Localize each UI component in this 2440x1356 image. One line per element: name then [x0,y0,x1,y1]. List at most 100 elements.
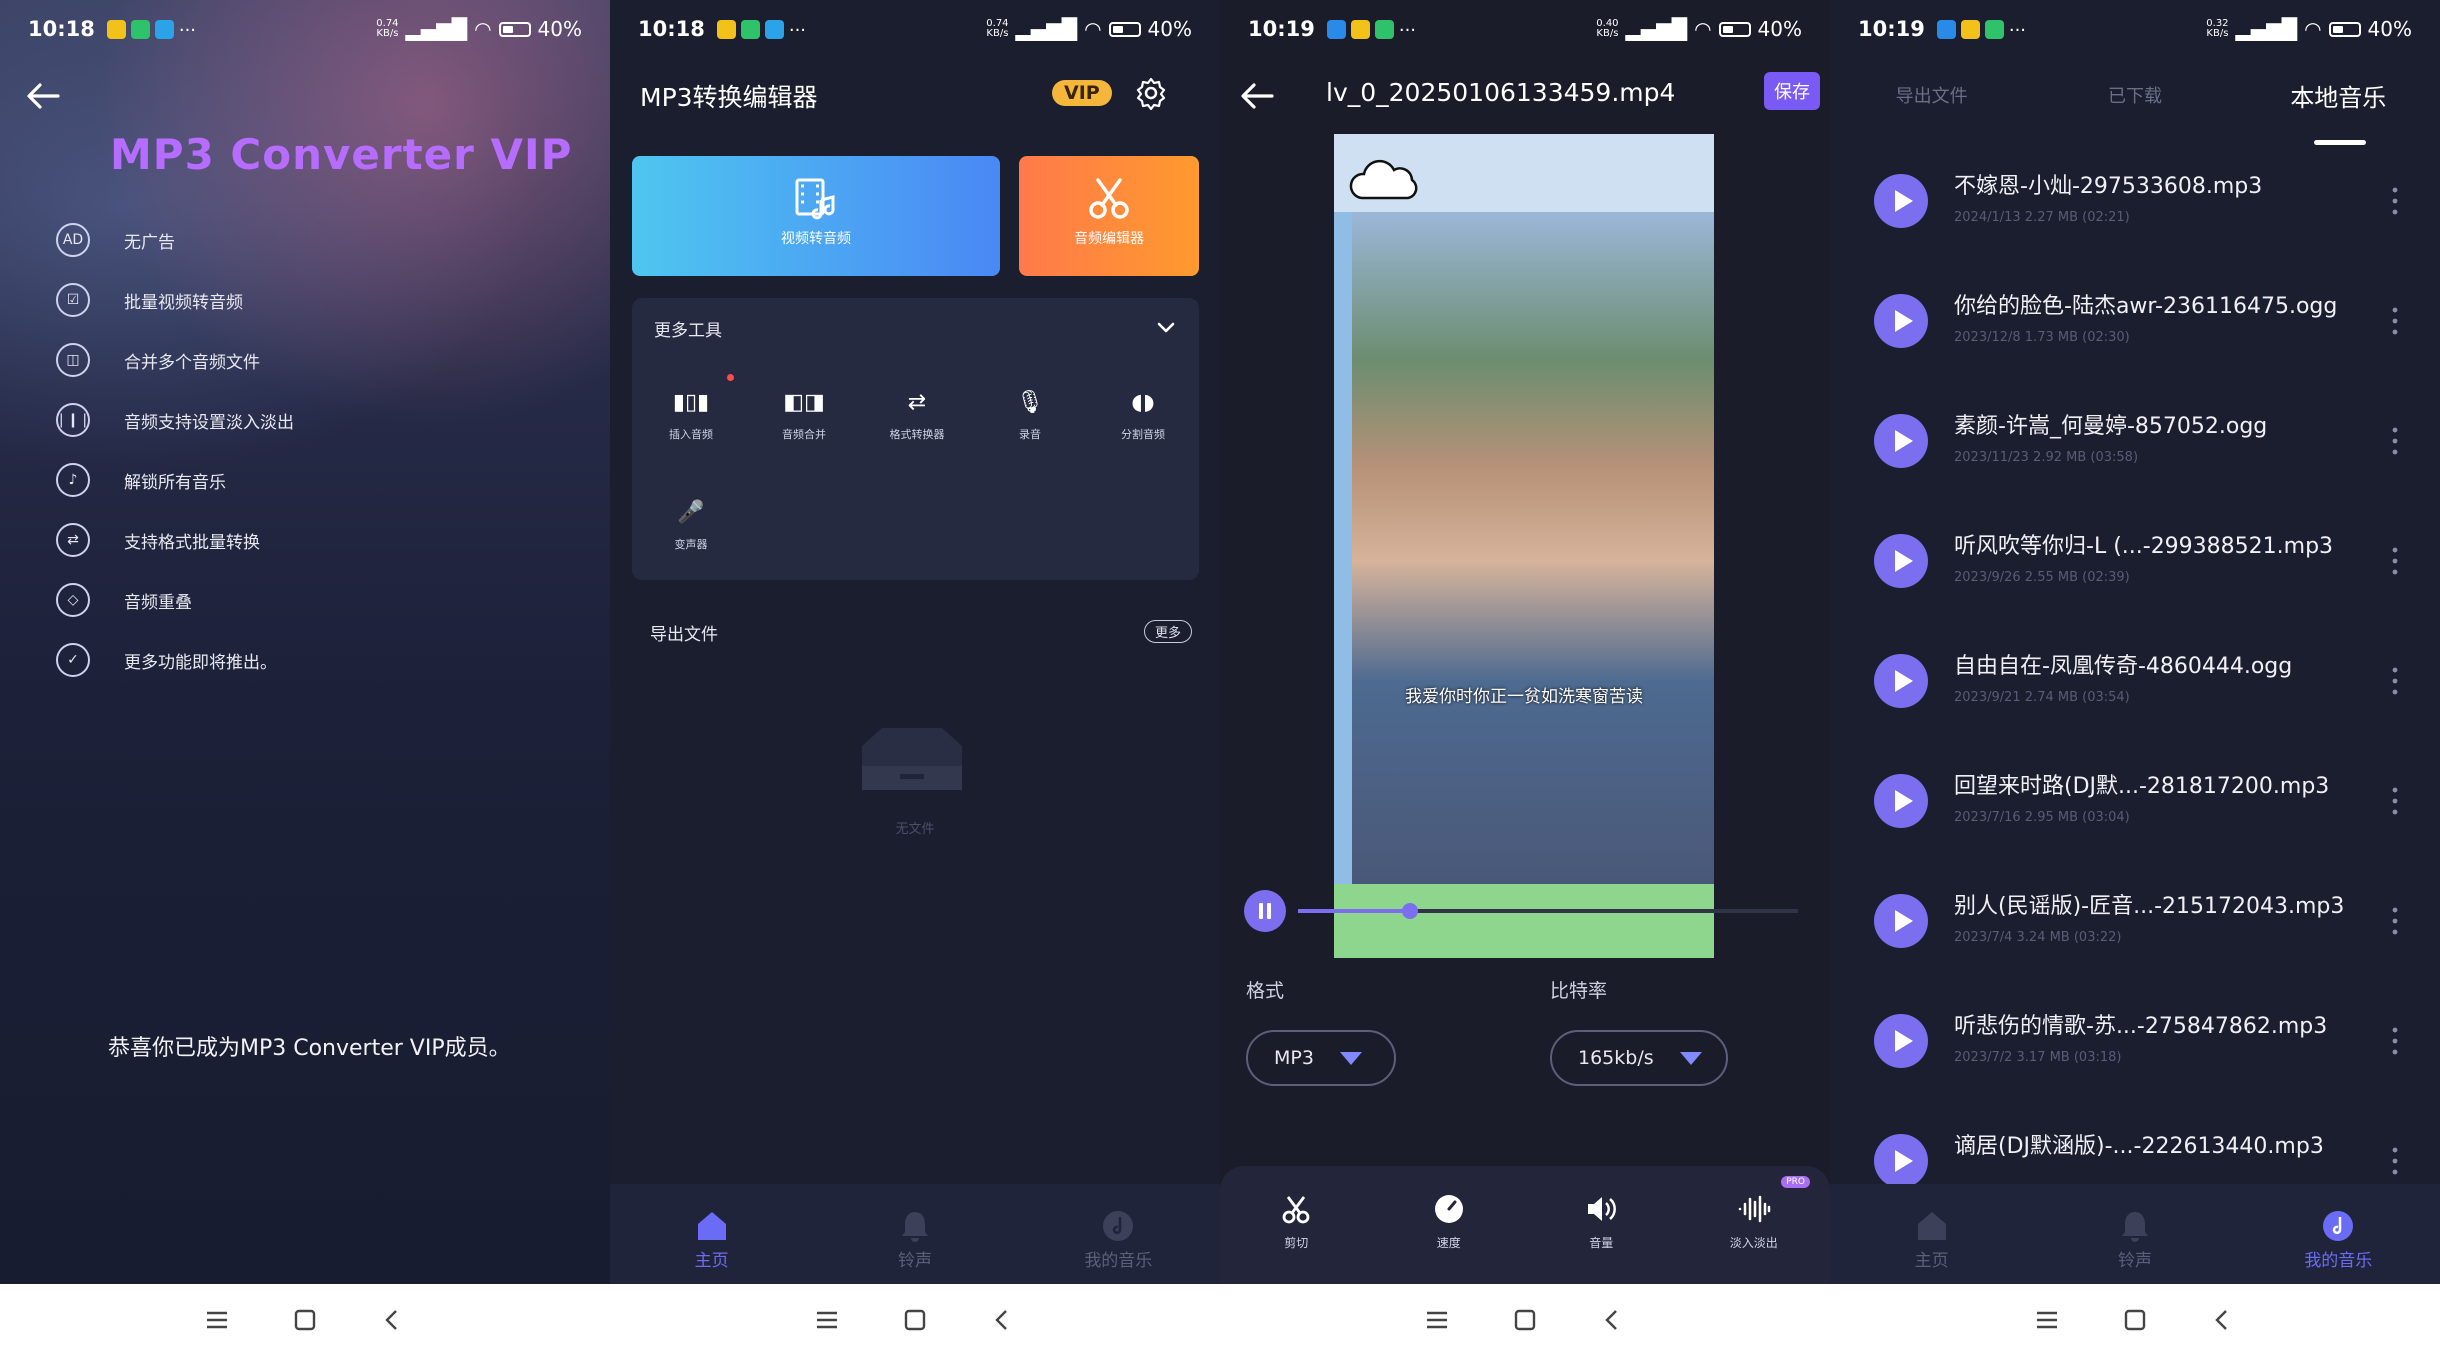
notification-icons: ··· [1326,19,1418,41]
waveform-icon [1738,1195,1770,1223]
song-meta: 2023/9/21 2.74 MB (03:54) [1954,690,2130,705]
more-vert-icon[interactable] [2392,186,2398,216]
audio-editor-card[interactable]: 音频编辑器 [1019,156,1199,276]
tool-record[interactable]: 🎙 录音 [985,384,1075,442]
network-speed: 0.74 KB/s [376,18,399,39]
menu-icon[interactable] [814,1307,840,1333]
status-bar: 10:18 ··· 0.74 KB/s ▂▄▆█ ◠ 40% [610,0,1220,58]
list-item[interactable]: 不嫁恩-小灿-297533608.mp3 2024/1/13 2.27 MB (0… [1830,144,2440,264]
song-meta: 2023/9/26 2.55 MB (02:39) [1954,570,2130,585]
back-chevron-icon[interactable] [990,1307,1016,1333]
tab-home[interactable]: 主页 [1830,1184,2033,1284]
list-item[interactable]: 听悲伤的情歌-苏...-275847862.mp3 2023/7/2 3.17 M… [1830,984,2440,1104]
tool-format-converter[interactable]: ⇄ 格式转换器 [872,384,962,442]
tool-voice-changer[interactable]: 🎤 变声器 [646,494,736,552]
feature-item: ⇄ 支持格式批量转换 [56,510,294,570]
feature-label: 支持格式批量转换 [124,532,260,553]
tab-my-music[interactable]: 我的音乐 [2237,1184,2440,1284]
tool-audio-merge[interactable]: ◧◨ 音频合并 [759,384,849,442]
format-select[interactable]: MP3 [1246,1030,1396,1086]
tool-insert-audio[interactable]: ▮▯▮ 插入音频 [646,384,736,442]
play-icon[interactable] [1874,534,1928,588]
list-item[interactable]: 自由自在-凤凰传奇-4860444.ogg 2023/9/21 2.74 MB (… [1830,624,2440,744]
control-label: 淡入淡出 [1729,1236,1778,1250]
tab-label: 铃声 [897,1251,932,1271]
play-icon[interactable] [1874,1014,1928,1068]
bitrate-select[interactable]: 165kb/s [1550,1030,1728,1086]
feature-label: 合并多个音频文件 [124,352,260,373]
play-icon[interactable] [1874,174,1928,228]
back-chevron-icon[interactable] [380,1307,406,1333]
menu-icon[interactable] [2034,1307,2060,1333]
play-icon[interactable] [1874,414,1928,468]
signal-icon: ▂▄▆█ [405,17,468,41]
cut-button[interactable]: 剪切 [1220,1166,1373,1284]
feature-item: ♪ 解锁所有音乐 [56,450,294,510]
more-button[interactable]: 更多 [1144,620,1193,643]
control-label: 速度 [1436,1236,1461,1250]
menu-icon[interactable] [204,1307,230,1333]
more-vert-icon[interactable] [2392,1146,2398,1176]
song-title: 听悲伤的情歌-苏...-275847862.mp3 [1954,1014,2328,1039]
more-vert-icon[interactable] [2392,426,2398,456]
tab-local-music[interactable]: 本地音乐 [2237,72,2440,144]
back-chevron-icon[interactable] [1600,1307,1626,1333]
list-item[interactable]: 你给的脸色-陆杰awr-236116475.ogg 2023/12/8 1.73 … [1830,264,2440,384]
pause-button[interactable] [1244,890,1286,932]
back-arrow-icon[interactable] [1238,78,1278,114]
notification-icons: ··· [716,19,808,41]
home-square-icon[interactable] [292,1307,318,1333]
list-item[interactable]: 回望来时路(DJ默...-281817200.mp3 2023/7/16 2.95… [1830,744,2440,864]
fade-button[interactable]: PRO 淡入淡出 [1678,1166,1831,1284]
gear-icon[interactable] [1134,76,1168,110]
back-chevron-icon[interactable] [2210,1307,2236,1333]
vip-title: MP3 Converter VIP [110,130,573,179]
list-item[interactable]: 别人(民谣版)-匠音...-215172043.mp3 2023/7/4 3.24… [1830,864,2440,984]
tab-my-music[interactable]: 我的音乐 [1017,1184,1220,1284]
play-icon[interactable] [1874,1134,1928,1188]
tab-downloaded[interactable]: 已下载 [2033,72,2236,144]
batch-convert-icon: ☑ [56,283,90,317]
menu-icon[interactable] [1424,1307,1450,1333]
seek-thumb[interactable] [1402,903,1418,919]
signal-icon: ▂▄▆█ [2235,17,2298,41]
play-icon[interactable] [1874,774,1928,828]
home-icon [1917,1212,1946,1240]
volume-button[interactable]: 音量 [1525,1166,1678,1284]
chevron-down-icon[interactable] [1155,316,1177,338]
more-vert-icon[interactable] [2392,1026,2398,1056]
status-time: 10:19 [1858,17,1925,41]
network-speed: 0.74 KB/s [986,18,1009,39]
home-square-icon[interactable] [902,1307,928,1333]
more-tools-heading: 更多工具 [654,321,722,341]
tab-home[interactable]: 主页 [610,1184,813,1284]
play-icon[interactable] [1874,894,1928,948]
tab-exported[interactable]: 导出文件 [1830,72,2033,144]
save-button[interactable]: 保存 [1764,72,1820,110]
play-icon[interactable] [1874,654,1928,708]
home-square-icon[interactable] [2122,1307,2148,1333]
list-item[interactable]: 素颜-许嵩_何曼婷-857052.ogg 2023/11/23 2.92 MB (… [1830,384,2440,504]
more-vert-icon[interactable] [2392,546,2398,576]
list-item[interactable]: 听风吹等你归-L (...-299388521.mp3 2023/9/26 2.5… [1830,504,2440,624]
back-arrow-icon[interactable] [24,78,64,114]
microphone-icon: 🎙 [1016,389,1044,415]
speed-button[interactable]: 速度 [1373,1166,1526,1284]
play-icon[interactable] [1874,294,1928,348]
more-vert-icon[interactable] [2392,786,2398,816]
seek-bar[interactable] [1298,903,1798,919]
empty-box-icon [862,728,962,790]
music-note-icon: ♪ [56,463,90,497]
more-vert-icon[interactable] [2392,906,2398,936]
home-square-icon[interactable] [1512,1307,1538,1333]
more-vert-icon[interactable] [2392,666,2398,696]
vip-badge[interactable]: VIP [1052,80,1112,106]
tool-split-audio[interactable]: ◖◗ 分割音频 [1098,384,1188,442]
system-nav-bar [1830,1284,2440,1356]
tab-ringtone[interactable]: 铃声 [813,1184,1016,1284]
video-to-audio-card[interactable]: 视频转音频 [632,156,1000,276]
battery-icon [498,21,531,37]
tab-ringtone[interactable]: 铃声 [2033,1184,2236,1284]
more-vert-icon[interactable] [2392,306,2398,336]
format-value: MP3 [1274,1047,1314,1069]
